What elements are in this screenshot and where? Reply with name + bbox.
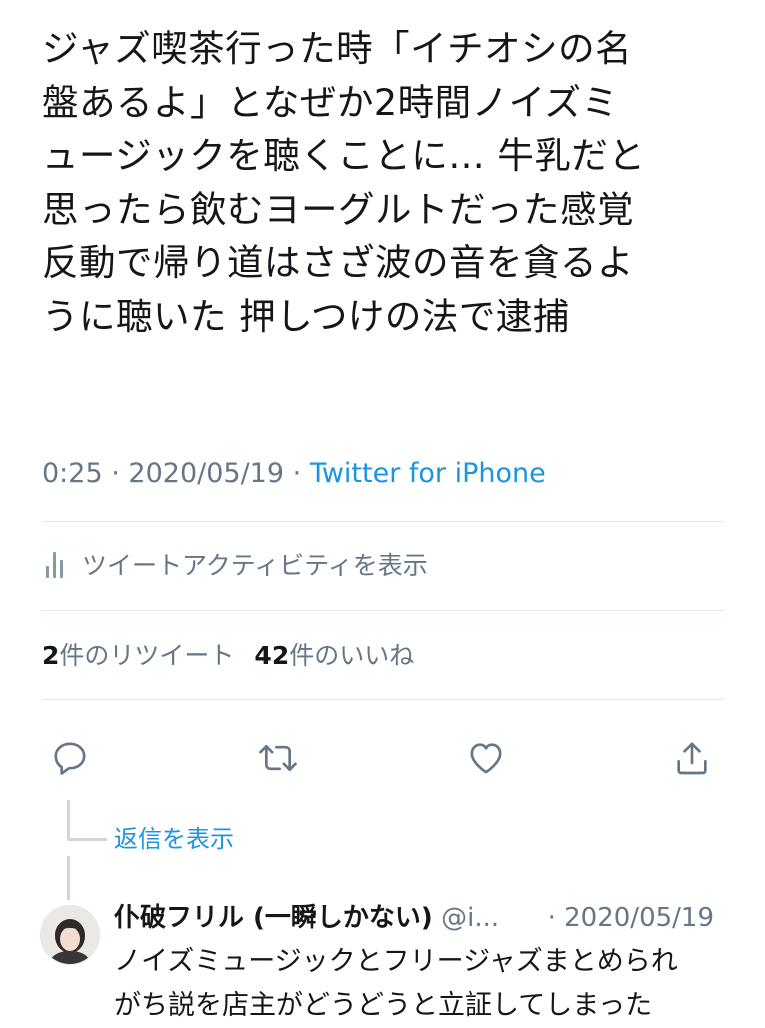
thread-line [67, 856, 70, 900]
bar-chart-icon [42, 550, 68, 578]
reply-button[interactable] [46, 734, 94, 782]
like-button[interactable] [462, 734, 510, 782]
tweet-time: 0:25 [42, 458, 103, 489]
tweet-text: ジャズ喫茶行った時「イチオシの名 盤あるよ」となぜか2時間ノイズミ ュージックを… [42, 22, 732, 343]
retweet-label: 件のリツイート [59, 641, 235, 670]
share-icon [677, 742, 707, 775]
tweet-activity-label: ツイートアクティビティを表示 [82, 551, 428, 580]
divider [42, 521, 724, 522]
reply-text: ノイズミュージックとフリージャズまとめられ がち説を店主がどうどうと立証してしま… [114, 940, 734, 1028]
tweet-text-line: 盤あるよ」となぜか2時間ノイズミ [42, 80, 619, 124]
tweet-source-link[interactable]: Twitter for iPhone [310, 458, 546, 489]
share-button[interactable] [668, 734, 716, 782]
meta-separator: · [111, 458, 120, 489]
tweet-action-bar [0, 734, 765, 782]
thread-elbow [67, 838, 107, 841]
tweet-text-line: ュージックを聴くことに… 牛乳だと [42, 134, 646, 177]
heart-icon [470, 743, 502, 774]
tweet-text-line: 反動で帰り道はさざ波の音を貪るよ [42, 241, 634, 284]
avatar-image [41, 906, 99, 964]
thread-line [67, 800, 70, 840]
reply-date: · 2020/05/19 [541, 900, 714, 936]
reply-author-handle[interactable]: @i... [441, 903, 499, 933]
retweet-icon [259, 745, 297, 771]
retweet-button[interactable] [254, 734, 302, 782]
divider [42, 610, 724, 611]
reply-text-line: がち説を店主がどうどうと立証してしまった [114, 990, 653, 1021]
tweet-text-line: 思ったら飲むヨーグルトだった感覚 [42, 187, 634, 231]
like-count: 42 [254, 641, 290, 670]
meta-separator: · [292, 458, 302, 489]
tweet-stats: 2件のリツイート 42件のいいね [42, 638, 414, 674]
retweet-count: 2 [42, 641, 60, 670]
reply-icon [54, 742, 86, 775]
retweets-stat[interactable]: 2件のリツイート [42, 641, 234, 670]
reply-author-name[interactable]: 仆破フリル (一瞬しかない) [114, 903, 433, 933]
tweet-text-line: ジャズ喫茶行った時「イチオシの名 [42, 27, 633, 70]
divider [42, 699, 724, 700]
tweet-activity-link[interactable]: ツイートアクティビティを表示 [42, 544, 428, 584]
avatar[interactable] [40, 905, 100, 965]
reply-text-line: ノイズミュージックとフリージャズまとめられ [114, 946, 678, 977]
tweet-date: 2020/05/19 [128, 458, 285, 489]
show-replies-link[interactable]: 返信を表示 [114, 822, 234, 856]
tweet-text-line: うに聴いた 押しつけの法で逮捕 [42, 294, 570, 338]
like-label: 件のいいね [289, 641, 415, 670]
reply-header: 仆破フリル (一瞬しかない) @i... · 2020/05/19 [114, 900, 724, 936]
tweet-meta: 0:25 · 2020/05/19 · Twitter for iPhone [42, 456, 546, 492]
likes-stat[interactable]: 42件のいいね [254, 641, 414, 670]
